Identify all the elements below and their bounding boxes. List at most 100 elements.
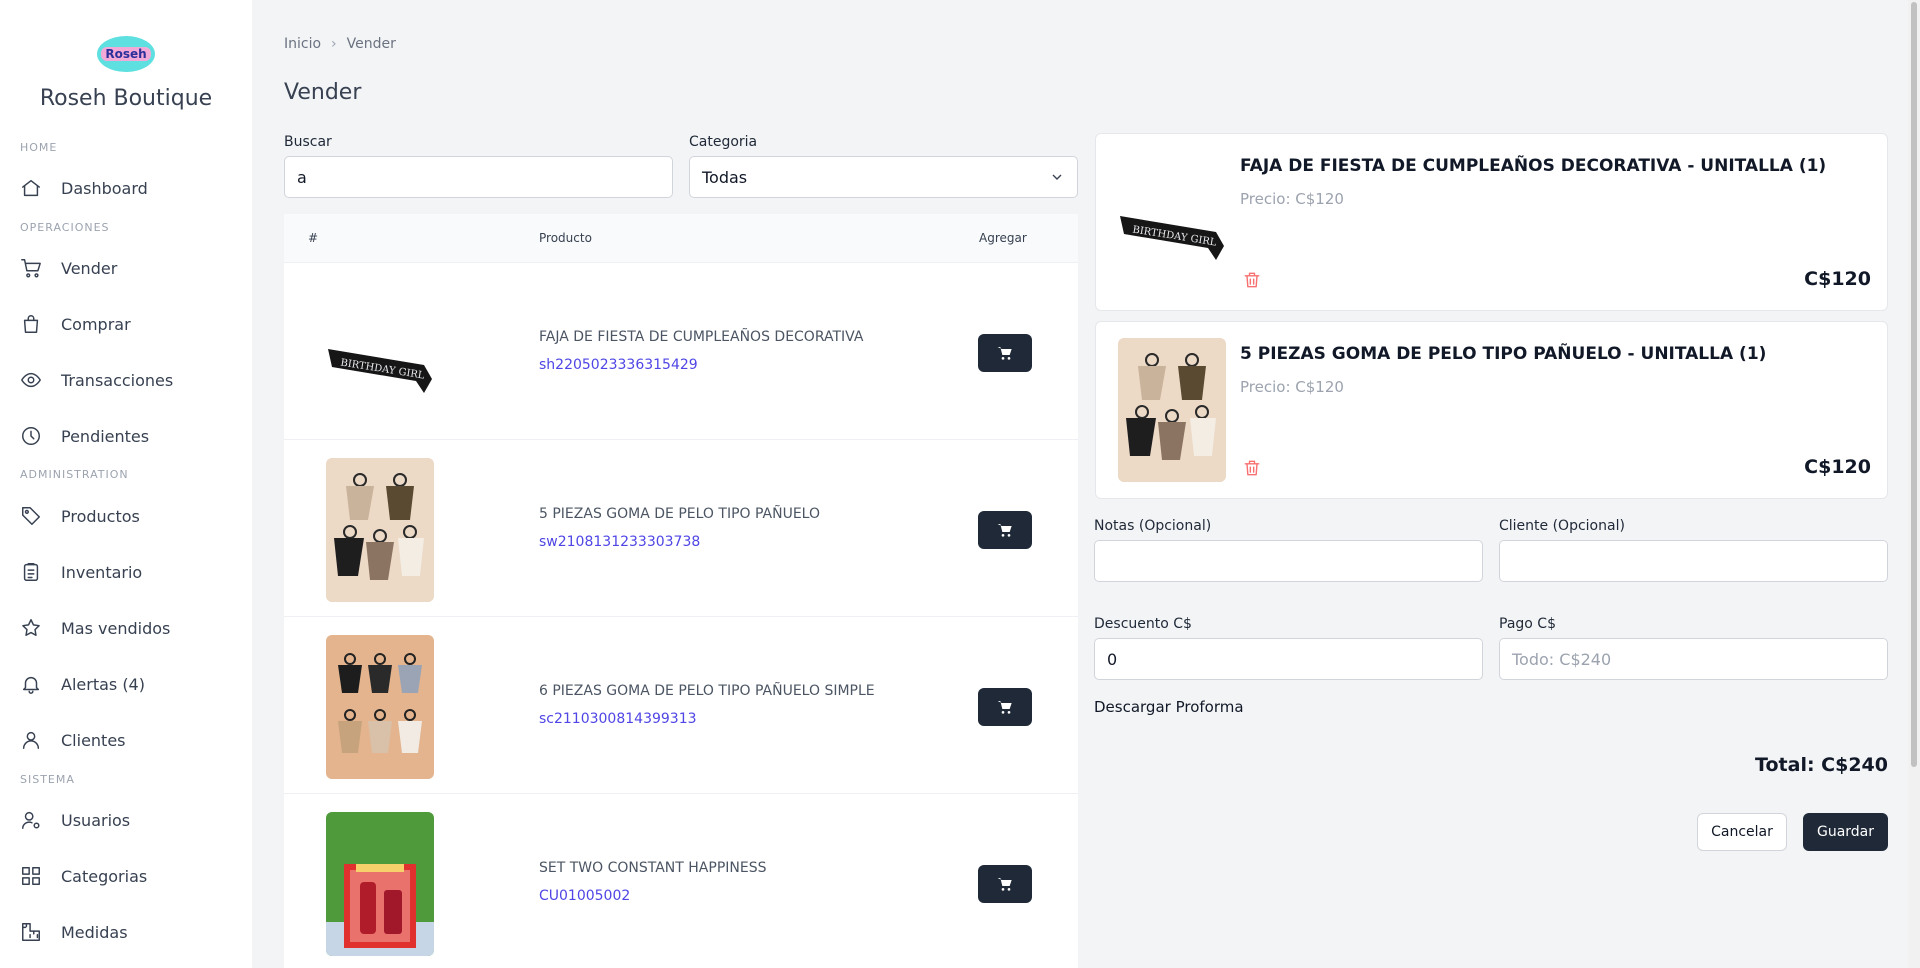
chevron-down-icon [1052, 174, 1062, 180]
category-select-value: Todas [702, 167, 748, 187]
cancel-button[interactable]: Cancelar [1697, 813, 1787, 851]
client-label: Cliente (Opcional) [1499, 518, 1625, 534]
sidebar-item-comprar[interactable]: Comprar [20, 304, 240, 344]
sidebar-item-mas-vendidos[interactable]: Mas vendidos [20, 608, 240, 648]
sidebar-item-usuarios[interactable]: Usuarios [20, 800, 240, 840]
page-title: Vender [284, 80, 362, 105]
table-row: SET TWO CONSTANT HAPPINESS CU01005002 [284, 793, 1078, 968]
cart-icon [997, 878, 1012, 891]
order-total: Total: C$240 [1755, 754, 1888, 776]
sidebar-item-label: Categorias [61, 866, 148, 886]
clipboard-icon [23, 563, 39, 581]
breadcrumb-current: Vender [346, 36, 396, 52]
brand-logo[interactable]: Roseh [97, 36, 155, 72]
sidebar-item-label: Productos [61, 506, 140, 526]
sidebar-item-alertas[interactable]: Alertas (4) [20, 664, 240, 704]
notes-label: Notas (Opcional) [1094, 518, 1212, 534]
brand-name: Roseh Boutique [39, 86, 213, 111]
sidebar: Roseh Roseh Boutique HOME Dashboard OPER… [0, 0, 252, 968]
product-thumbnail [326, 635, 434, 779]
search-label: Buscar [284, 134, 332, 150]
add-to-cart-button[interactable] [978, 865, 1032, 903]
add-to-cart-button[interactable] [978, 688, 1032, 726]
column-header-add: Agregar [979, 231, 1027, 245]
add-to-cart-button[interactable] [978, 334, 1032, 372]
sidebar-item-label: Vender [61, 258, 118, 278]
clock-icon [22, 427, 40, 445]
category-label: Categoria [689, 134, 758, 150]
notes-input[interactable] [1094, 540, 1483, 582]
sidebar-item-label: Medidas [61, 922, 128, 942]
sidebar-item-productos[interactable]: Productos [20, 496, 240, 536]
section-label-operaciones: OPERACIONES [20, 221, 110, 234]
search-input[interactable] [284, 156, 673, 198]
eye-icon [21, 372, 41, 388]
cart-item-total: C$120 [1804, 268, 1871, 290]
cart-item-total: C$120 [1804, 456, 1871, 478]
product-thumbnail [326, 812, 434, 956]
star-icon [22, 619, 40, 636]
page-scrollbar[interactable] [1908, 0, 1920, 968]
sidebar-item-label: Comprar [61, 314, 131, 334]
product-name: 5 PIEZAS GOMA DE PELO TIPO PAÑUELO [539, 506, 820, 522]
user-cog-icon [22, 811, 40, 829]
sidebar-item-label: Transacciones [61, 370, 174, 390]
product-name: SET TWO CONSTANT HAPPINESS [539, 860, 767, 876]
payment-label: Pago C$ [1499, 616, 1556, 632]
sidebar-item-label: Usuarios [61, 810, 131, 830]
sidebar-item-medidas[interactable]: Medidas [20, 912, 240, 952]
cart-item-price: Precio: C$120 [1240, 190, 1344, 208]
sidebar-item-dashboard[interactable]: Dashboard [20, 168, 240, 208]
chevron-right-icon: › [331, 36, 337, 52]
product-thumbnail: BIRTHDAY GIRL [326, 281, 434, 425]
sidebar-item-label: Alertas (4) [61, 674, 145, 694]
sidebar-item-label: Dashboard [61, 178, 148, 198]
product-code[interactable]: CU01005002 [539, 888, 630, 904]
scrollbar-thumb[interactable] [1911, 2, 1917, 767]
cart-icon [997, 701, 1012, 714]
product-thumbnail [326, 458, 434, 602]
cart-item-image [1118, 338, 1226, 482]
remove-item-button[interactable] [1242, 270, 1262, 290]
product-code[interactable]: sh2205023336315429 [539, 357, 698, 373]
sidebar-item-label: Pendientes [61, 426, 150, 446]
remove-item-button[interactable] [1242, 458, 1262, 478]
sidebar-item-clientes[interactable]: Clientes [20, 720, 240, 760]
section-label-home: HOME [20, 141, 58, 154]
payment-input[interactable] [1499, 638, 1888, 680]
user-icon [22, 731, 40, 749]
product-table: # Producto Agregar BIRTHDAY GIRL FAJA DE… [284, 214, 1078, 968]
sidebar-item-vender[interactable]: Vender [20, 248, 240, 288]
column-header-product: Producto [539, 231, 592, 245]
sidebar-item-transacciones[interactable]: Transacciones [20, 360, 240, 400]
cart-item-name: 5 PIEZAS GOMA DE PELO TIPO PAÑUELO - UNI… [1240, 344, 1767, 364]
add-to-cart-button[interactable] [978, 511, 1032, 549]
bell-icon [22, 676, 40, 694]
category-select[interactable]: Todas [689, 156, 1078, 198]
client-input[interactable] [1499, 540, 1888, 582]
cart-item-price: Precio: C$120 [1240, 378, 1344, 396]
table-row: 5 PIEZAS GOMA DE PELO TIPO PAÑUELO sw210… [284, 439, 1078, 616]
breadcrumb-home-link[interactable]: Inicio [284, 36, 321, 52]
column-header-num: # [308, 231, 319, 245]
cart-icon [997, 524, 1012, 537]
table-row: BIRTHDAY GIRL FAJA DE FIESTA DE CUMPLEAÑ… [284, 262, 1078, 439]
product-code[interactable]: sw2108131233303738 [539, 534, 700, 550]
discount-label: Descuento C$ [1094, 616, 1192, 632]
ruler-icon [22, 923, 40, 941]
sidebar-item-pendientes[interactable]: Pendientes [20, 416, 240, 456]
cart-item-name: FAJA DE FIESTA DE CUMPLEAÑOS DECORATIVA … [1240, 156, 1827, 176]
grid-icon [22, 867, 40, 885]
section-label-administration: ADMINISTRATION [20, 468, 129, 481]
section-label-sistema: SISTEMA [20, 773, 75, 786]
discount-input[interactable] [1094, 638, 1483, 680]
tag-icon [22, 507, 40, 525]
home-icon [22, 179, 40, 197]
sidebar-item-inventario[interactable]: Inventario [20, 552, 240, 592]
download-proforma-link[interactable]: Descargar Proforma [1094, 698, 1244, 716]
trash-icon [1244, 460, 1260, 476]
cart-item: BIRTHDAY GIRL FAJA DE FIESTA DE CUMPLEAÑ… [1095, 133, 1888, 311]
sidebar-item-categorias[interactable]: Categorias [20, 856, 240, 896]
product-code[interactable]: sc2110300814399313 [539, 711, 697, 727]
save-button[interactable]: Guardar [1803, 813, 1888, 851]
